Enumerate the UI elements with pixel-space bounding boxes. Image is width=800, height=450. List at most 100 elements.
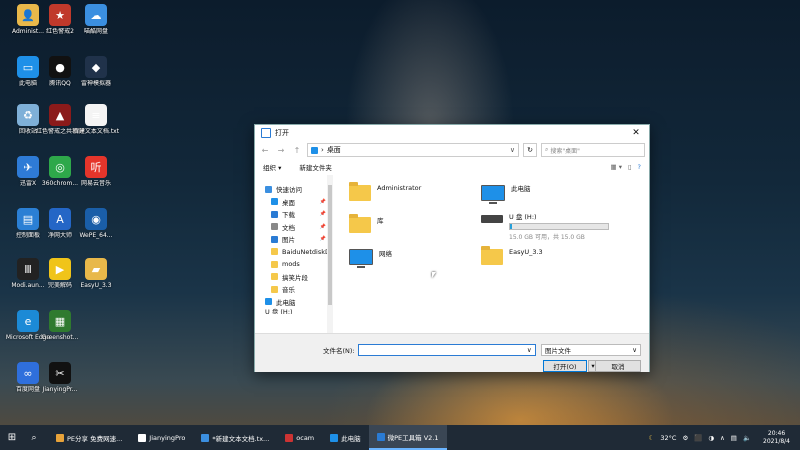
computer-icon — [481, 185, 505, 204]
desktop-icon-label: Greenshot... — [41, 334, 79, 341]
nav-folder-icon — [271, 260, 278, 268]
help-icon[interactable]: ? — [638, 163, 641, 171]
disk-space-text: 15.0 GB 可用，共 15.0 GB — [509, 234, 585, 241]
nav-item[interactable]: 此电脑 — [255, 296, 332, 309]
close-icon[interactable]: ✕ — [629, 128, 643, 138]
desktop-icon-label: 雷神模拟器 — [80, 80, 111, 87]
taskbar-app-label: ocam — [296, 433, 315, 442]
address-row: ← → ↑ › 桌面 ∨ ↻ ⌕ 搜索"桌面" — [255, 141, 649, 159]
pin-icon: 📌 — [319, 211, 326, 218]
nav-item-label: 搞笑片段 — [282, 273, 308, 282]
list-item-network[interactable]: 网络 — [349, 249, 392, 268]
app-icon: 听 — [85, 156, 107, 178]
folder-icon — [481, 246, 503, 265]
item-label: 库 — [377, 217, 384, 225]
taskbar-app[interactable]: 此电脑 — [322, 425, 369, 450]
nav-item[interactable]: 搞笑片段 — [255, 271, 332, 284]
desktop-icon[interactable]: ◉ WePE_64... — [72, 208, 120, 239]
address-bar[interactable]: › 桌面 ∨ — [307, 143, 519, 157]
filename-label: 文件名(N): — [323, 347, 355, 355]
desktop-icon[interactable]: ▦ Greenshot... — [36, 310, 84, 341]
filename-input[interactable]: ∨ — [357, 344, 536, 356]
app-icon: ▦ — [49, 310, 71, 332]
windows-start-icon[interactable]: ⊞ — [0, 432, 24, 443]
desktop-icon[interactable]: ◆ 雷神模拟器 — [72, 56, 120, 87]
organize-button[interactable]: 组织 ▾ — [263, 162, 281, 172]
taskbar-apps: PE分享 免费网速... JianyingPro *新建文本文档.tx... ocam… — [48, 425, 447, 450]
nav-scroll-thumb[interactable] — [328, 185, 332, 305]
list-item-library[interactable]: 库 — [349, 214, 384, 233]
item-label: U 盘 (H:) — [509, 213, 537, 221]
chevron-down-icon[interactable]: ∨ — [510, 146, 515, 154]
weather-icon[interactable]: ☾ — [649, 434, 655, 442]
nav-item[interactable]: 文档 📌 — [255, 221, 332, 234]
taskbar-app-label: 此电脑 — [341, 434, 361, 443]
desktop: 👤 Administ... ★ 红色警戒2 ☁ 喵酷网盘 ▭ 此电脑 ● 腾讯QQ ◆ 雷神模拟器 ♻ 回… — [0, 0, 119, 425]
pin-icon: 📌 — [319, 223, 326, 230]
chevron-down-icon[interactable]: ∨ — [632, 346, 637, 354]
refresh-icon[interactable]: ↻ — [523, 143, 537, 157]
view-options-icon[interactable]: ▦ ▾ — [610, 163, 621, 171]
list-item-udisk[interactable]: U 盘 (H:) 15.0 GB 可用，共 15.0 GB — [481, 211, 609, 241]
nav-item[interactable]: 快速访问 — [255, 183, 332, 196]
desktop-icon-label: WePE_64... — [79, 232, 113, 239]
search-box[interactable]: ⌕ 搜索"桌面" — [541, 143, 645, 157]
address-separator: › — [321, 146, 324, 154]
open-button[interactable]: 打开(O) — [543, 360, 587, 372]
chevron-down-icon[interactable]: ∨ — [527, 346, 532, 354]
pin-icon: 📌 — [319, 236, 326, 243]
taskbar-app[interactable]: *新建文本文档.tx... — [193, 425, 277, 450]
new-folder-button[interactable]: 新建文件夹 — [299, 162, 332, 172]
nav-item[interactable]: 桌面 📌 — [255, 196, 332, 209]
nav-item[interactable]: 音乐 — [255, 283, 332, 296]
weather-text[interactable]: 32°C — [660, 434, 676, 442]
desktop-icon[interactable]: 听网易云音乐 — [72, 156, 120, 187]
file-list: Administrator 此电脑 库 U 盘 (H:) 15.0 GB 可用，… — [333, 175, 649, 333]
taskbar-app-label: 微PE工具箱 V2.1 — [387, 433, 439, 442]
desktop-icon[interactable]: ≡ 新建文本文档.txt — [72, 104, 120, 135]
folder-icon — [349, 182, 371, 201]
list-item-easyu[interactable]: EasyU_3.3 — [481, 246, 543, 265]
back-arrow-icon[interactable]: ← — [259, 146, 271, 155]
tray-icon[interactable]: ⚙ — [682, 434, 688, 442]
list-item-this-pc[interactable]: 此电脑 — [481, 185, 531, 204]
search-icon[interactable]: ⌕ — [24, 433, 44, 443]
filetype-select[interactable]: 图片文件 ∨ — [541, 344, 641, 356]
dialog-body: 快速访问 桌面 📌 下载 📌 文档 📌 图片 📌 BaiduNetdiskD mods 搞笑片段 音乐此… — [255, 175, 649, 333]
nav-folder-icon — [271, 285, 278, 293]
desktop-icon-label: EasyU_3.3 — [80, 282, 112, 289]
nav-item[interactable]: BaiduNetdiskD — [255, 246, 332, 259]
cancel-button-label: 取消 — [611, 363, 625, 371]
taskbar-app-label: *新建文本文档.tx... — [212, 434, 270, 443]
up-arrow-icon[interactable]: ↑ — [291, 146, 303, 155]
nav-item-label: 此电脑 — [276, 298, 296, 307]
clock[interactable]: 20:46 2021/8/4 — [757, 430, 796, 446]
forward-arrow-icon[interactable]: → — [275, 146, 287, 155]
list-item-administrator[interactable]: Administrator — [349, 182, 421, 201]
volume-icon[interactable]: 🔈 — [743, 434, 751, 442]
taskbar: ⊞ ⌕ PE分享 免费网速... JianyingPro *新建文本文档.tx...… — [0, 425, 800, 450]
desktop-icon[interactable]: ☁ 喵酷网盘 — [72, 4, 120, 35]
app-icon: ✂ — [49, 362, 71, 384]
taskbar-app[interactable]: ocam — [277, 425, 322, 450]
mouse-cursor — [432, 272, 436, 278]
nav-item[interactable]: 图片 📌 — [255, 233, 332, 246]
taskbar-app[interactable]: 微PE工具箱 V2.1 — [368, 425, 447, 450]
nav-item[interactable]: mods — [255, 258, 332, 271]
app-icon: ● — [49, 56, 71, 78]
taskbar-app[interactable]: PE分享 免费网速... — [48, 425, 130, 450]
nav-item[interactable]: 下载 📌 — [255, 208, 332, 221]
network-icon[interactable]: ▤ — [731, 434, 737, 442]
cancel-button[interactable]: 取消 — [595, 360, 641, 372]
nav-item-label: 图片 — [282, 236, 295, 245]
preview-pane-icon[interactable]: ▯ — [628, 163, 632, 171]
tray-icon[interactable]: ⬛ — [694, 434, 702, 442]
tray-icon[interactable]: ◑ — [708, 434, 714, 442]
app-icon: ▰ — [85, 258, 107, 280]
desktop-icon-label: JianyingPr... — [42, 386, 78, 393]
taskbar-app[interactable]: JianyingPro — [130, 425, 193, 450]
chevron-up-icon[interactable]: ∧ — [720, 434, 725, 442]
desktop-icon[interactable]: ✂ JianyingPr... — [36, 362, 84, 393]
nav-item-clipped[interactable]: U 盘 (H:) — [255, 308, 332, 314]
desktop-icon[interactable]: ▰ EasyU_3.3 — [72, 258, 120, 289]
